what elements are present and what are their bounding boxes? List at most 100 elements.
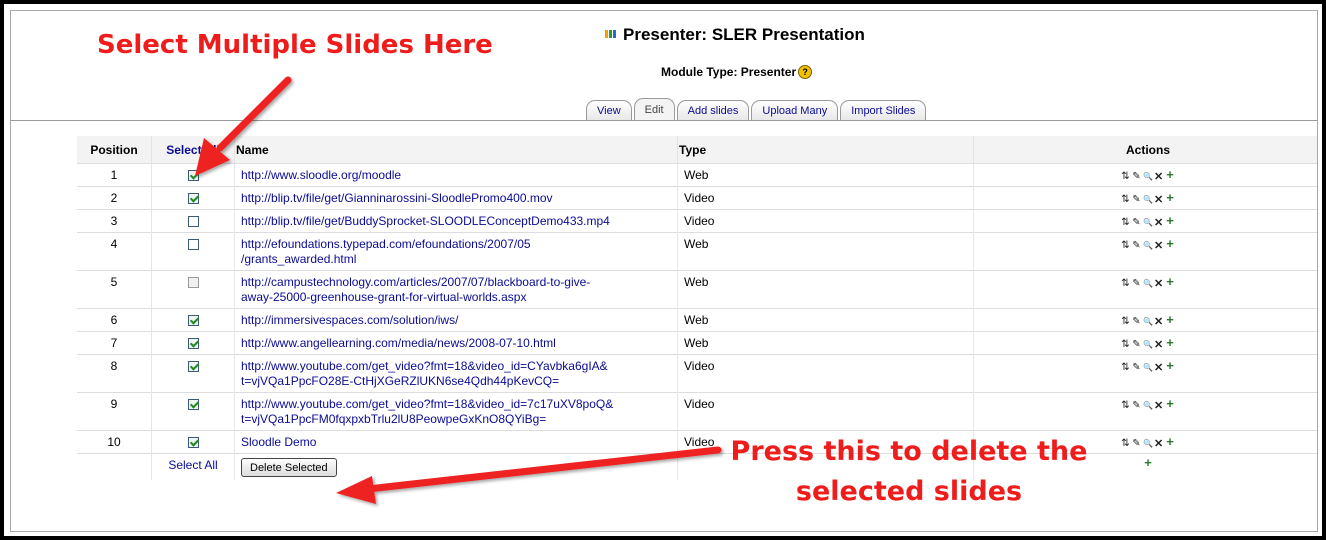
delete-icon[interactable]: ✕ xyxy=(1154,279,1163,290)
add-slide-icon[interactable]: + xyxy=(1165,435,1175,448)
move-icon[interactable]: ⇅ xyxy=(1121,279,1130,289)
view-icon[interactable]: 🔍 xyxy=(1143,340,1153,350)
column-header-actions: Actions xyxy=(973,136,1317,164)
view-icon[interactable]: 🔍 xyxy=(1143,279,1153,289)
slide-link[interactable]: http://blip.tv/file/get/BuddySprocket-SL… xyxy=(241,214,610,228)
slide-link-line1: Sloodle Demo xyxy=(241,435,317,449)
tab-edit[interactable]: Edit xyxy=(633,98,675,120)
move-icon[interactable]: ⇅ xyxy=(1121,363,1130,373)
row-select-checkbox[interactable] xyxy=(187,361,199,372)
row-type: Web xyxy=(677,270,974,309)
move-icon[interactable]: ⇅ xyxy=(1121,241,1130,251)
view-icon[interactable]: 🔍 xyxy=(1143,401,1153,411)
select-all-link-header[interactable]: Select All xyxy=(151,136,235,164)
delete-icon[interactable]: ✕ xyxy=(1154,340,1163,351)
view-icon[interactable]: 🔍 xyxy=(1143,439,1153,449)
edit-icon[interactable]: ✎ xyxy=(1132,439,1141,449)
move-icon[interactable]: ⇅ xyxy=(1121,340,1130,350)
view-icon[interactable]: 🔍 xyxy=(1143,317,1153,327)
edit-icon[interactable]: ✎ xyxy=(1132,241,1141,251)
add-slide-icon[interactable]: + xyxy=(1165,275,1175,288)
row-select-checkbox[interactable] xyxy=(187,315,199,326)
edit-icon[interactable]: ✎ xyxy=(1132,195,1141,205)
edit-icon[interactable]: ✎ xyxy=(1132,363,1141,373)
tab-view[interactable]: View xyxy=(586,100,632,120)
slide-link-line1: http://www.youtube.com/get_video?fmt=18&… xyxy=(241,359,608,373)
slide-link[interactable]: http://blip.tv/file/get/Gianninarossini-… xyxy=(241,191,553,205)
delete-icon[interactable]: ✕ xyxy=(1154,195,1163,206)
slide-link[interactable]: http://www.youtube.com/get_video?fmt=18&… xyxy=(241,359,608,388)
row-select-checkbox[interactable] xyxy=(187,277,199,288)
delete-icon[interactable]: ✕ xyxy=(1154,317,1163,328)
add-slide-icon[interactable]: + xyxy=(1165,191,1175,204)
row-name-cell: Sloodle Demo xyxy=(234,430,678,454)
slides-table: Position Select All Name Type Actions 1 h… xyxy=(77,136,1317,480)
move-icon[interactable]: ⇅ xyxy=(1121,218,1130,228)
row-position: 8 xyxy=(77,354,152,393)
edit-icon[interactable]: ✎ xyxy=(1132,317,1141,327)
row-position: 3 xyxy=(77,209,152,233)
add-slide-icon[interactable]: + xyxy=(1165,214,1175,227)
row-type: Video xyxy=(677,186,974,210)
slide-link[interactable]: Sloodle Demo xyxy=(241,435,316,449)
delete-icon[interactable]: ✕ xyxy=(1154,218,1163,229)
tab-upload-many[interactable]: Upload Many xyxy=(751,100,839,120)
add-slide-icon[interactable]: + xyxy=(1165,168,1175,181)
view-icon[interactable]: 🔍 xyxy=(1143,218,1153,228)
move-icon[interactable]: ⇅ xyxy=(1121,195,1130,205)
delete-icon[interactable]: ✕ xyxy=(1154,241,1163,252)
add-slide-icon[interactable]: + xyxy=(1165,397,1175,410)
edit-icon[interactable]: ✎ xyxy=(1132,218,1141,228)
delete-icon[interactable]: ✕ xyxy=(1154,172,1163,183)
slide-link-line1: http://www.angellearning.com/media/news/… xyxy=(241,336,556,350)
edit-icon[interactable]: ✎ xyxy=(1132,172,1141,182)
view-icon[interactable]: 🔍 xyxy=(1143,195,1153,205)
move-icon[interactable]: ⇅ xyxy=(1121,439,1130,449)
row-select-checkbox[interactable] xyxy=(187,170,199,181)
slide-link[interactable]: http://www.angellearning.com/media/news/… xyxy=(241,336,556,350)
row-select-cell xyxy=(151,331,235,355)
tab-bar: View Edit Add slides Upload Many Import … xyxy=(586,97,928,120)
move-icon[interactable]: ⇅ xyxy=(1121,317,1130,327)
select-all-link-footer[interactable]: Select All xyxy=(168,458,217,472)
slide-link[interactable]: http://immersivespaces.com/solution/iws/ xyxy=(241,313,458,327)
footer-empty-cell xyxy=(677,453,974,480)
slide-link-line2: t=vjVQa1PpcFO28E-CtHjXGeRZlUKN6se4Qdh44p… xyxy=(241,374,560,388)
view-icon[interactable]: 🔍 xyxy=(1143,172,1153,182)
footer-button-cell: Delete Selected xyxy=(234,453,678,480)
add-slide-icon[interactable]: + xyxy=(1165,336,1175,349)
row-select-checkbox[interactable] xyxy=(187,399,199,410)
slide-link[interactable]: http://campustechnology.com/articles/200… xyxy=(241,275,590,304)
row-select-checkbox[interactable] xyxy=(187,437,199,448)
add-slide-icon[interactable]: + xyxy=(1165,359,1175,372)
delete-icon[interactable]: ✕ xyxy=(1154,401,1163,412)
row-select-checkbox[interactable] xyxy=(187,239,199,250)
help-icon[interactable]: ? xyxy=(798,64,813,79)
add-slide-icon[interactable]: + xyxy=(1143,456,1153,469)
view-icon[interactable]: 🔍 xyxy=(1143,241,1153,251)
edit-icon[interactable]: ✎ xyxy=(1132,279,1141,289)
row-name-cell: http://immersivespaces.com/solution/iws/ xyxy=(234,308,678,332)
slide-link[interactable]: http://www.youtube.com/get_video?fmt=18&… xyxy=(241,397,613,426)
edit-icon[interactable]: ✎ xyxy=(1132,401,1141,411)
table-footer-row: Select All Delete Selected + xyxy=(77,453,1317,480)
slide-link[interactable]: http://www.sloodle.org/moodle xyxy=(241,168,401,182)
tab-add-slides[interactable]: Add slides xyxy=(676,100,750,120)
row-select-checkbox[interactable] xyxy=(187,338,199,349)
delete-icon[interactable]: ✕ xyxy=(1154,439,1163,450)
slide-link[interactable]: http://efoundations.typepad.com/efoundat… xyxy=(241,237,531,266)
table-row: 3 http://blip.tv/file/get/BuddySprocket-S… xyxy=(77,209,1317,233)
view-icon[interactable]: 🔍 xyxy=(1143,363,1153,373)
delete-selected-button[interactable]: Delete Selected xyxy=(241,458,337,477)
tab-import-slides[interactable]: Import Slides xyxy=(840,100,927,120)
add-slide-icon[interactable]: + xyxy=(1165,313,1175,326)
move-icon[interactable]: ⇅ xyxy=(1121,401,1130,411)
slide-link-line1: http://efoundations.typepad.com/efoundat… xyxy=(241,237,531,251)
delete-icon[interactable]: ✕ xyxy=(1154,363,1163,374)
edit-icon[interactable]: ✎ xyxy=(1132,340,1141,350)
row-select-checkbox[interactable] xyxy=(187,216,199,227)
row-select-checkbox[interactable] xyxy=(187,193,199,204)
move-icon[interactable]: ⇅ xyxy=(1121,172,1130,182)
add-slide-icon[interactable]: + xyxy=(1165,237,1175,250)
slide-link-line2: away-25000-greenhouse-grant-for-virtual-… xyxy=(241,290,527,304)
